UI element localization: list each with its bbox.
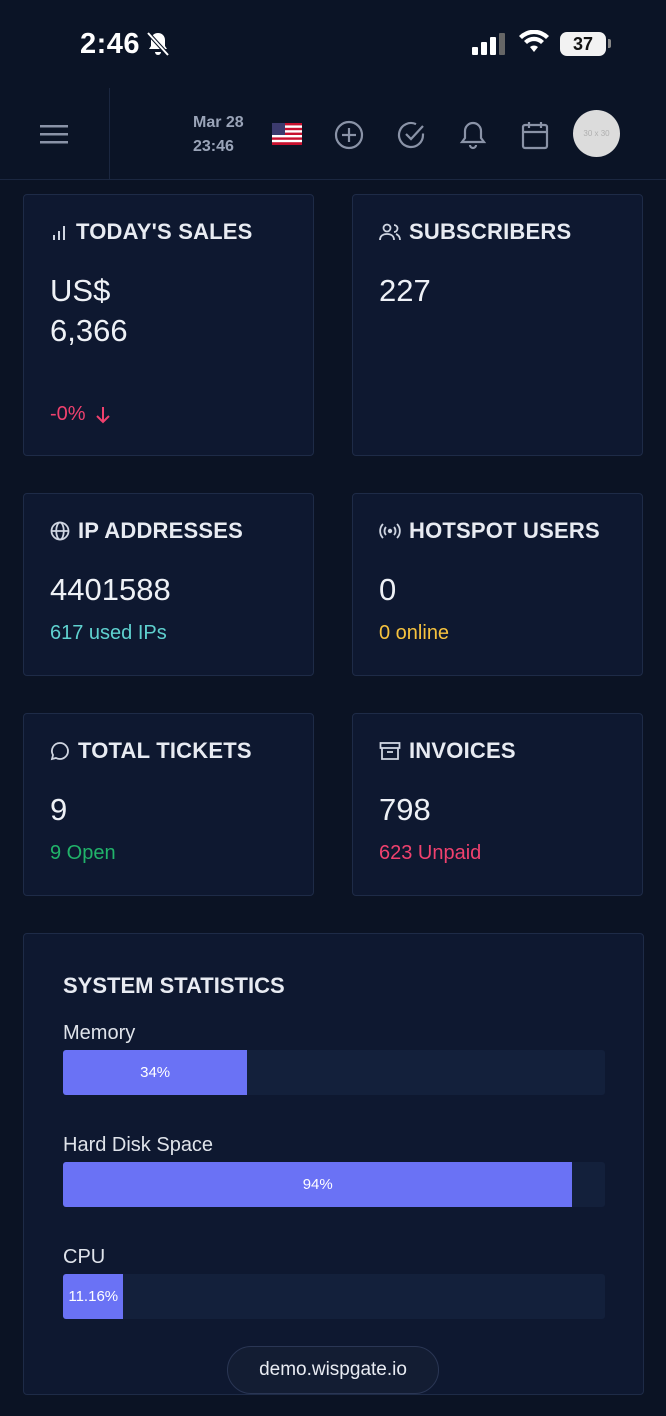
- arrow-down-icon: [95, 406, 110, 423]
- calendar-icon[interactable]: [521, 120, 549, 150]
- bell-icon[interactable]: [459, 120, 487, 150]
- battery-level: 37: [572, 34, 594, 54]
- ip-value: 4401588: [50, 572, 171, 607]
- stat-label-disk: Hard Disk Space: [63, 1134, 214, 1156]
- system-statistics-title: SYSTEM STATISTICS: [63, 973, 285, 998]
- hotspot-online: 0 online: [379, 622, 450, 644]
- card-todays-sales: TODAY'S SALES US$ 6,366 -0%: [23, 194, 314, 456]
- tickets-open: 9 Open: [50, 842, 116, 864]
- card-title-text: IP ADDRESSES: [78, 518, 244, 543]
- card-title: SUBSCRIBERS: [379, 219, 571, 245]
- card-title-text: INVOICES: [409, 738, 516, 763]
- user-avatar[interactable]: 30 x 30: [573, 110, 620, 157]
- card-title: TOTAL TICKETS: [50, 738, 252, 764]
- sales-currency: US$: [50, 273, 111, 308]
- system-statistics-card: SYSTEM STATISTICS Memory 34% Hard Disk S…: [23, 933, 644, 1395]
- hotspot-value: 0: [379, 572, 397, 607]
- sales-change-text: -0%: [50, 403, 86, 425]
- battery-tip: [608, 39, 611, 48]
- nav-date: Mar 28: [193, 114, 244, 131]
- hamburger-icon[interactable]: [40, 123, 68, 145]
- nav-clock: 23:46: [193, 138, 234, 155]
- cpu-progress-bar: 11.16%: [63, 1274, 605, 1319]
- stat-label-memory: Memory: [63, 1022, 136, 1044]
- cpu-percent: 11.16%: [68, 1288, 119, 1305]
- card-title: IP ADDRESSES: [50, 518, 243, 544]
- tickets-value: 9: [50, 792, 68, 827]
- cpu-progress-fill: 11.16%: [63, 1274, 124, 1319]
- wifi-icon: [519, 30, 549, 52]
- card-ip-addresses: IP ADDRESSES 4401588 617 used IPs: [23, 493, 314, 676]
- stat-label-cpu: CPU: [63, 1246, 106, 1268]
- us-flag-icon[interactable]: [272, 123, 302, 145]
- sales-change: -0%: [50, 403, 112, 426]
- card-total-tickets: TOTAL TICKETS 9 9 Open: [23, 713, 314, 896]
- card-title: INVOICES: [379, 738, 516, 764]
- card-title-text: TODAY'S SALES: [76, 219, 253, 244]
- memory-percent: 34%: [140, 1064, 171, 1081]
- broadcast-icon: [379, 523, 401, 539]
- bell-slash-icon: [146, 31, 170, 57]
- card-title-text: HOTSPOT USERS: [409, 518, 600, 543]
- sales-value: US$ 6,366: [50, 271, 128, 351]
- invoices-value: 798: [379, 792, 431, 827]
- disk-progress-fill: 94%: [63, 1162, 573, 1207]
- bar-chart-icon: [53, 226, 65, 240]
- globe-icon: [50, 521, 70, 541]
- archive-icon: [379, 742, 401, 760]
- url-bar[interactable]: demo.wispgate.io: [227, 1346, 439, 1394]
- subscribers-value: 227: [379, 273, 431, 308]
- sales-amount: 6,366: [50, 313, 128, 348]
- card-subscribers: SUBSCRIBERS 227: [352, 194, 643, 456]
- memory-progress-fill: 34%: [63, 1050, 248, 1095]
- status-bar: 2:46 37: [0, 0, 666, 88]
- card-title: HOTSPOT USERS: [379, 518, 600, 544]
- users-icon: [379, 223, 401, 241]
- card-title-text: TOTAL TICKETS: [78, 738, 252, 763]
- card-invoices: INVOICES 798 623 Unpaid: [352, 713, 643, 896]
- card-title-text: SUBSCRIBERS: [409, 219, 572, 244]
- battery-icon: 37: [560, 32, 606, 56]
- status-time: 2:46: [80, 28, 141, 60]
- avatar-placeholder-text: 30 x 30: [583, 129, 610, 138]
- nav-datetime: Mar 28 23:46: [193, 111, 244, 159]
- disk-percent: 94%: [302, 1176, 333, 1193]
- invoices-unpaid: 623 Unpaid: [379, 842, 482, 864]
- url-text: demo.wispgate.io: [259, 1359, 407, 1380]
- card-hotspot-users: HOTSPOT USERS 0 0 online: [352, 493, 643, 676]
- ip-used: 617 used IPs: [50, 622, 167, 644]
- card-title: TODAY'S SALES: [50, 219, 253, 245]
- disk-progress-bar: 94%: [63, 1162, 605, 1207]
- check-circle-icon[interactable]: [396, 120, 426, 150]
- nav-divider: [109, 88, 110, 180]
- plus-circle-icon[interactable]: [334, 120, 364, 150]
- memory-progress-bar: 34%: [63, 1050, 605, 1095]
- chat-bubble-icon: [50, 742, 69, 761]
- top-navbar: Mar 28 23:46 30 x 30: [0, 88, 666, 180]
- signal-icon: [472, 33, 505, 55]
